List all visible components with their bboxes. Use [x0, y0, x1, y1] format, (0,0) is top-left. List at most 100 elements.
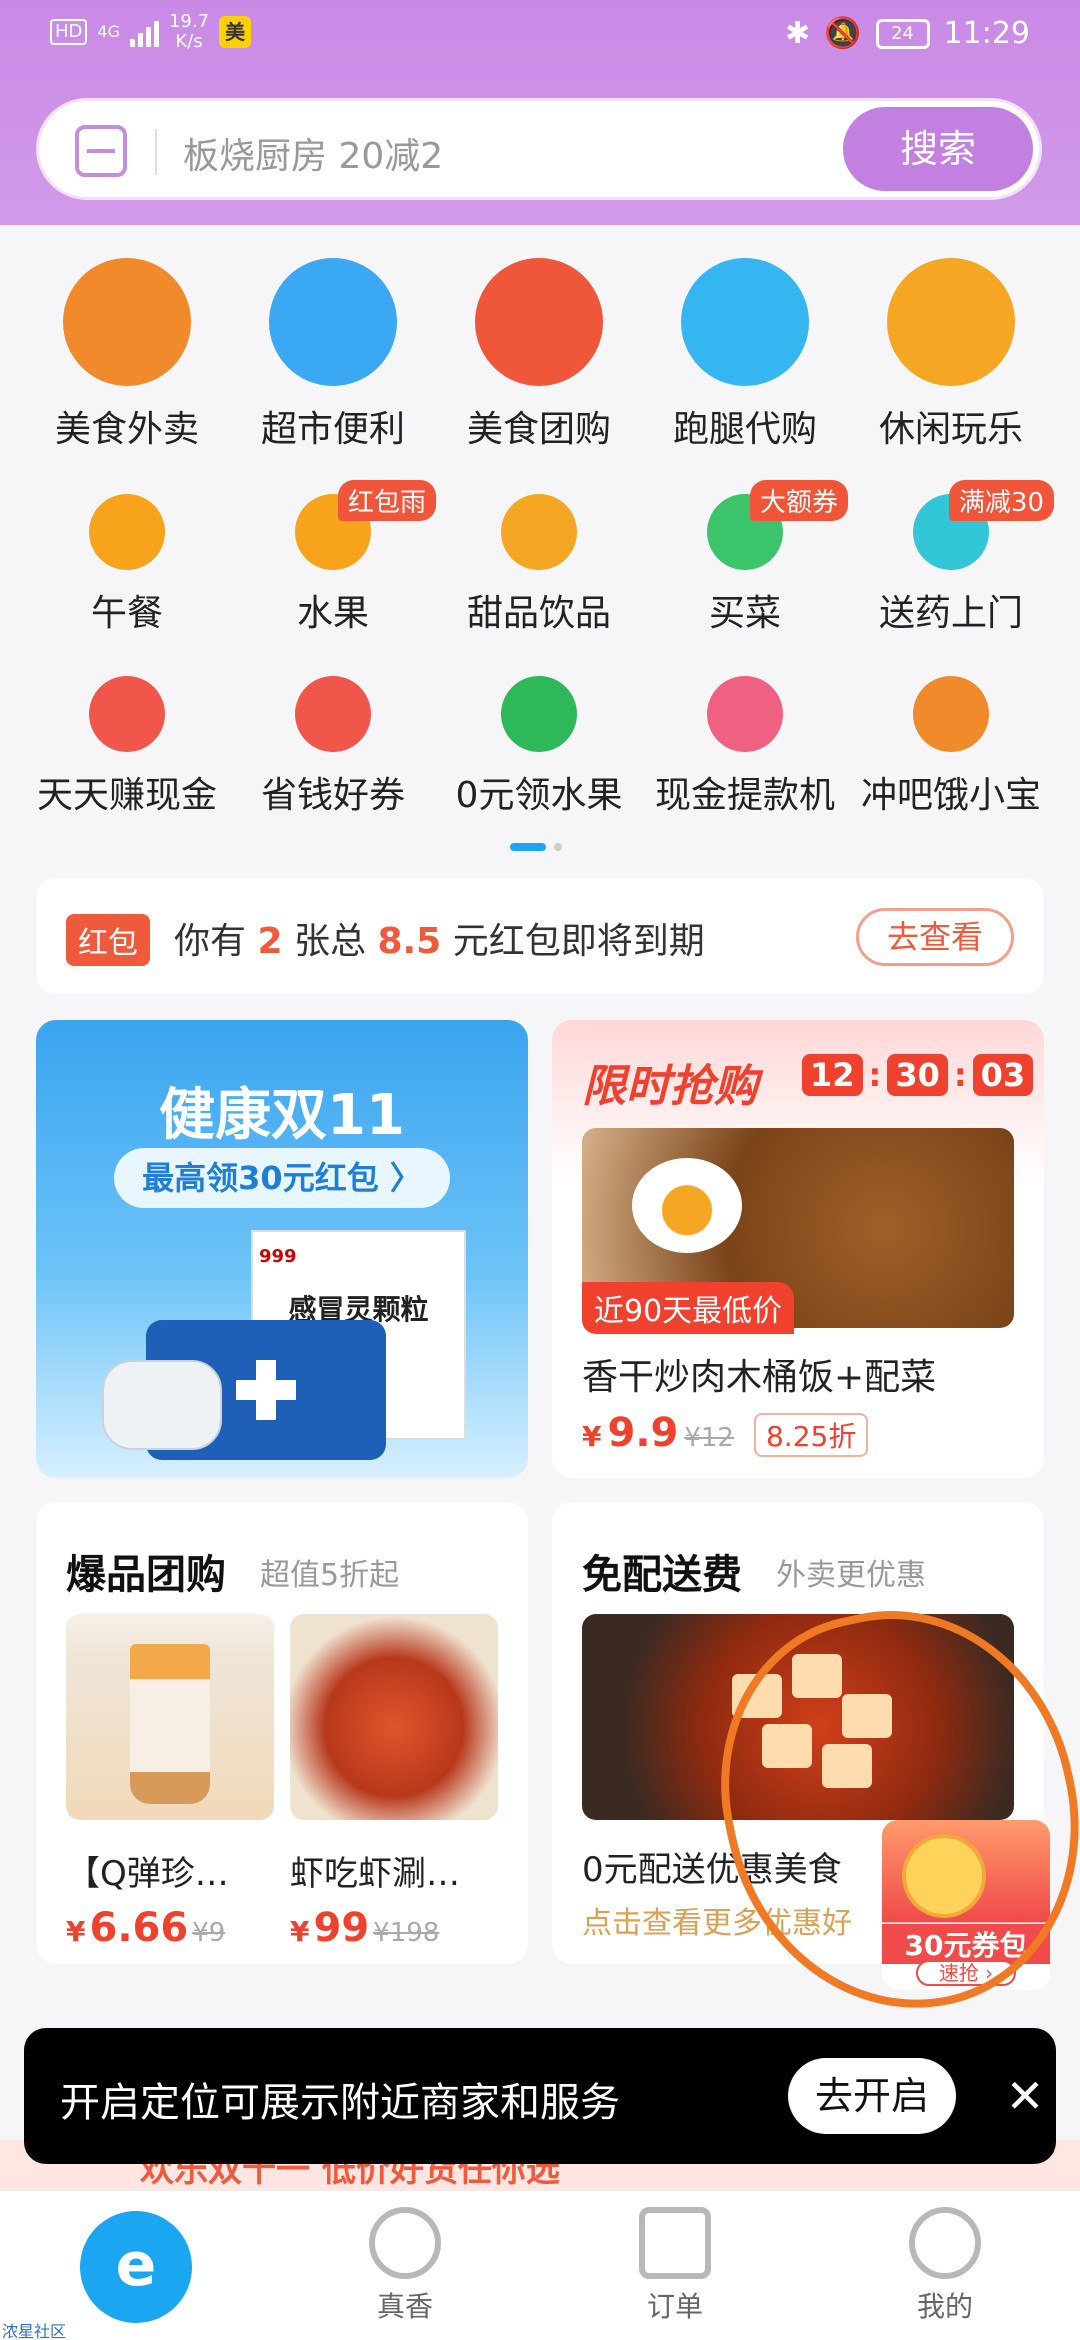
category-label: 跑腿代购 [672, 409, 817, 450]
nav-label: 真香 [376, 2290, 433, 2323]
bluetooth-icon: ✱ [785, 16, 811, 51]
category-label: 现金提款机 [654, 775, 835, 816]
flash-sale-timer: 12:30:03 [802, 1054, 1034, 1096]
category-item[interactable]: 冲吧饿小宝 [848, 676, 1054, 818]
category-icon [913, 676, 989, 752]
hd-icon: HD [50, 19, 88, 45]
location-permission-toast: 开启定位可展示附近商家和服务 去开启 ✕ [24, 2028, 1056, 2164]
scan-icon[interactable] [75, 125, 127, 177]
flash-sale-price: ¥9.9 ¥12 8.25折 [582, 1410, 869, 1457]
category-label: 买菜 [708, 593, 781, 634]
flash-sale-card[interactable]: 限时抢购 12:30:03 近90天最低价 香干炒肉木桶饭+配菜 ¥9.9 ¥12… [552, 1020, 1044, 1478]
view-red-packet-button[interactable]: 去查看 [856, 908, 1014, 966]
face-mask-image [102, 1360, 222, 1450]
category-icon [887, 258, 1015, 386]
group-product-name: 【Q弹珍… [66, 1854, 229, 1894]
health-banner-subtitle: 最高领30元红包 〉 [114, 1148, 450, 1208]
category-item[interactable]: 午餐 [24, 494, 230, 636]
network-type: 4G [97, 22, 120, 41]
group-buy-card[interactable]: 爆品团购 超值5折起 【Q弹珍… ¥6.66 ¥9 虾吃虾涮… ¥99 ¥198 [36, 1502, 528, 1964]
search-bar[interactable]: 板烧厨房 20减2 搜索 [36, 98, 1042, 200]
category-label: 美食外卖 [54, 409, 199, 450]
home-icon[interactable]: e [80, 2211, 192, 2323]
category-tag: 大额券 [749, 480, 848, 521]
search-button[interactable]: 搜索 [843, 107, 1033, 191]
page-indicator [510, 843, 562, 851]
category-item[interactable]: 送药上门 满减30 [848, 480, 1054, 636]
health-banner-title: 健康双11 [159, 1083, 405, 1148]
free-delivery-subtitle: 外卖更优惠 [776, 1558, 926, 1593]
category-item[interactable]: 水果 红包雨 [230, 480, 436, 636]
group-product-price: ¥6.66 ¥9 [66, 1905, 226, 1951]
close-icon[interactable]: ✕ [990, 2058, 1060, 2134]
category-item[interactable]: 现金提款机 [642, 676, 848, 818]
nav-label: 订单 [646, 2290, 703, 2323]
zhenxiang-icon [369, 2207, 441, 2279]
red-packet-message: 你有 2 张总 8.5 元红包即将到期 [174, 921, 705, 962]
category-icon [501, 676, 577, 752]
category-icon [475, 258, 603, 386]
group-product[interactable]: 虾吃虾涮… ¥99 ¥198 [290, 1614, 498, 1951]
location-toast-text: 开启定位可展示附近商家和服务 [60, 2080, 620, 2126]
category-icon [63, 258, 191, 386]
category-label: 甜品饮品 [466, 593, 611, 634]
bottom-nav: e 真香 订单 我的 [0, 2190, 1080, 2340]
flash-sale-product-name: 香干炒肉木桶饭+配菜 [582, 1357, 937, 1398]
category-icon [89, 676, 165, 752]
category-label: 送药上门 [878, 593, 1023, 634]
category-label: 冲吧饿小宝 [860, 775, 1041, 816]
group-buy-title: 爆品团购 [66, 1552, 226, 1598]
category-label: 超市便利 [260, 409, 405, 450]
category-label: 午餐 [90, 593, 163, 634]
category-item[interactable]: 甜品饮品 [436, 494, 642, 636]
discount-badge: 8.25折 [753, 1413, 869, 1457]
watermark: 浓星社区 [2, 2322, 67, 2340]
category-item[interactable]: 跑腿代购 [642, 258, 848, 452]
category-item[interactable]: 省钱好券 [230, 676, 436, 818]
flash-sale-title: 限时抢购 [582, 1061, 758, 1112]
category-item[interactable]: 美食外卖 [24, 258, 230, 452]
network-speed: 19.7 K/s [168, 11, 210, 52]
group-buy-subtitle: 超值5折起 [260, 1558, 400, 1593]
category-item[interactable]: 美食团购 [436, 258, 642, 452]
category-item[interactable]: 买菜 大额券 [642, 480, 848, 636]
category-icon [681, 258, 809, 386]
category-tag: 满减30 [948, 480, 1054, 521]
category-tag: 红包雨 [337, 480, 436, 521]
category-label: 天天赚现金 [36, 775, 217, 816]
nav-item-profile[interactable]: 我的 [810, 2191, 1080, 2340]
search-input[interactable]: 板烧厨房 20减2 [183, 127, 443, 179]
category-label: 0元领水果 [455, 775, 623, 816]
group-product-name: 虾吃虾涮… [290, 1854, 460, 1894]
category-icon [269, 258, 397, 386]
enable-location-button[interactable]: 去开启 [788, 2058, 956, 2134]
category-label: 休闲玩乐 [878, 409, 1023, 450]
app-notification-icon: 美 [219, 16, 252, 48]
category-label: 省钱好券 [260, 775, 405, 816]
orders-icon [639, 2207, 711, 2279]
nav-label: 我的 [916, 2290, 973, 2323]
nav-item-zhenxiang[interactable]: 真香 [270, 2191, 540, 2340]
category-item[interactable]: 超市便利 [230, 258, 436, 452]
red-packet-tag: 红包 [66, 914, 150, 966]
category-item[interactable]: 天天赚现金 [24, 676, 230, 818]
clock: 11:29 [943, 16, 1030, 51]
search-divider [155, 129, 157, 175]
category-icon [707, 676, 783, 752]
signal-icon [129, 17, 159, 47]
category-item[interactable]: 休闲玩乐 [848, 258, 1054, 452]
bubble-tea-image [66, 1614, 274, 1820]
category-label: 水果 [296, 593, 369, 634]
lowest-price-badge: 近90天最低价 [582, 1282, 795, 1334]
battery-icon: 24 [875, 18, 930, 49]
category-icon [89, 494, 165, 570]
red-packet-reminder[interactable]: 红包 你有 2 张总 8.5 元红包即将到期 去查看 [36, 878, 1044, 994]
group-product[interactable]: 【Q弹珍… ¥6.66 ¥9 [66, 1614, 274, 1951]
group-product-price: ¥99 ¥198 [290, 1905, 440, 1951]
category-item[interactable]: 0元领水果 [436, 676, 642, 818]
free-delivery-title: 免配送费 [582, 1552, 742, 1598]
nav-item-orders[interactable]: 订单 [540, 2191, 810, 2340]
health-double11-banner[interactable]: 健康双11 最高领30元红包 〉 999 感冒灵颗粒 [36, 1020, 528, 1478]
status-bar: HD 4G 19.7 K/s 美 ✱ 🔕 24 11:29 [0, 0, 1080, 78]
category-icon [501, 494, 577, 570]
